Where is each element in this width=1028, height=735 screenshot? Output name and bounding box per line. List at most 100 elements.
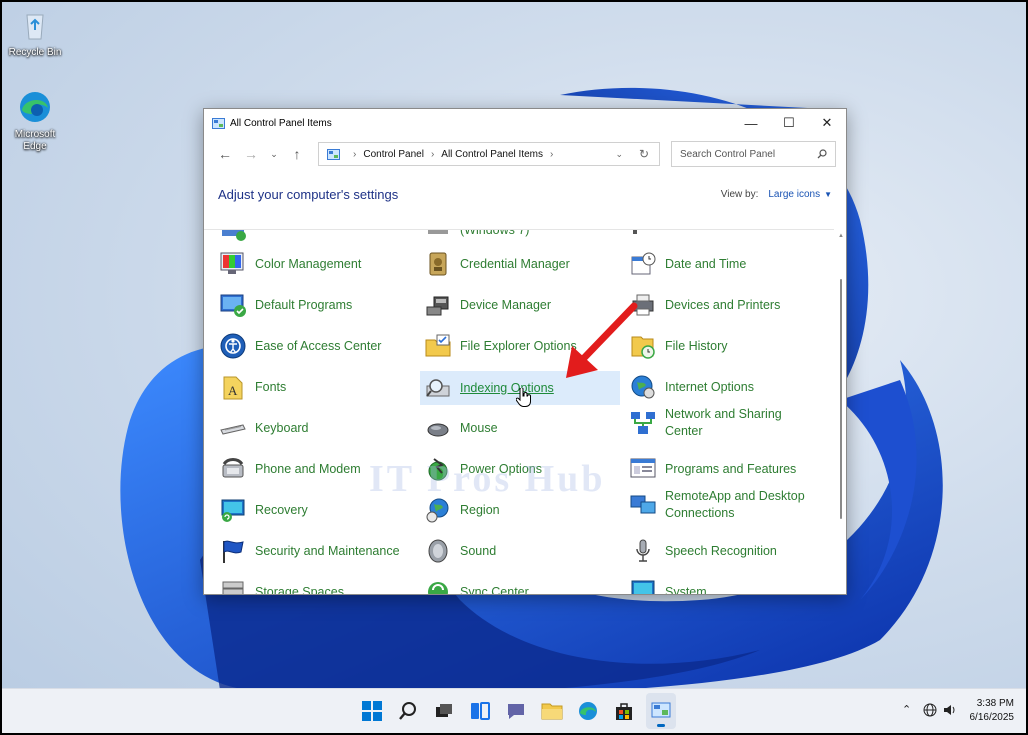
maximize-button[interactable]: ☐	[770, 109, 808, 137]
item-security-maintenance[interactable]: Security and Maintenance	[219, 537, 400, 565]
title-bar[interactable]: All Control Panel Items — ☐ ✕	[204, 109, 846, 137]
language-globe-icon[interactable]	[923, 703, 937, 720]
chat-icon[interactable]	[504, 699, 528, 723]
widgets-icon[interactable]	[468, 699, 492, 723]
item-sound[interactable]: Sound	[424, 537, 496, 565]
refresh-icon[interactable]: ↻	[639, 147, 649, 161]
item-partial-col3[interactable]	[629, 230, 665, 244]
item-label: Sync Center	[460, 584, 529, 595]
desktop: Recycle Bin Microsoft Edge All Control P…	[0, 0, 1028, 735]
item-date-time[interactable]: Date and Time	[629, 250, 746, 278]
item-speech-recognition[interactable]: Speech Recognition	[629, 537, 777, 565]
items-grid: (Windows 7) Color Management Default Pro…	[204, 229, 834, 595]
item-label: Ease of Access Center	[255, 338, 382, 353]
address-bar[interactable]: › Control Panel › All Control Panel Item…	[318, 142, 660, 166]
edge-icon[interactable]	[576, 699, 600, 723]
breadcrumb-control-panel[interactable]: Control Panel	[363, 149, 424, 160]
close-button[interactable]: ✕	[808, 109, 846, 137]
taskbar: ⌃ 3:38 PM 6/16/2025	[0, 688, 1028, 735]
microphone-icon	[636, 539, 650, 562]
default-programs-icon	[220, 294, 246, 317]
backup-icon	[428, 230, 448, 234]
back-arrow-icon[interactable]: ←	[212, 141, 238, 167]
file-explorer-icon[interactable]	[540, 699, 564, 723]
address-dropdown-chevron-icon[interactable]: ⌄	[615, 149, 623, 160]
partial-icon	[222, 230, 246, 241]
forward-arrow-icon[interactable]: →	[238, 141, 264, 167]
item-label: Keyboard	[255, 420, 309, 435]
item-network-sharing[interactable]: Network and Sharing Center	[629, 406, 819, 440]
system-clock[interactable]: 3:38 PM 6/16/2025	[970, 697, 1015, 725]
start-windows-icon[interactable]	[360, 699, 384, 723]
mouse-icon	[427, 423, 449, 437]
item-region[interactable]: Region	[424, 496, 500, 524]
control-panel-taskbar-icon[interactable]	[649, 699, 673, 723]
up-arrow-icon[interactable]: ↑	[284, 141, 310, 167]
item-sync-center[interactable]: Sync Center	[424, 578, 529, 595]
sound-speaker-icon	[428, 539, 448, 563]
item-label: (Windows 7)	[460, 229, 530, 237]
clock-time: 3:38 PM	[976, 698, 1014, 709]
scroll-up-icon[interactable]: ▲	[838, 233, 844, 239]
desktop-icon-edge[interactable]: Microsoft Edge	[5, 90, 65, 153]
recovery-icon	[221, 499, 245, 522]
search-icon[interactable]	[396, 699, 420, 723]
item-remoteapp[interactable]: RemoteApp and Desktop Connections	[629, 488, 819, 522]
item-color-management[interactable]: Color Management	[219, 250, 361, 278]
view-by-value: Large icons	[768, 189, 821, 200]
show-hidden-icons-chevron-icon[interactable]: ⌃	[902, 703, 911, 716]
control-panel-icon	[212, 117, 225, 129]
scrollbar-thumb[interactable]	[840, 279, 842, 519]
item-label: Network and Sharing Center	[665, 407, 782, 438]
item-label: Speech Recognition	[665, 543, 777, 558]
breadcrumb-separator-icon: ›	[353, 148, 357, 160]
item-storage-spaces[interactable]: Storage Spaces	[219, 578, 344, 594]
item-programs-features[interactable]: Programs and Features	[629, 455, 796, 483]
item-backup-restore-partial[interactable]: (Windows 7)	[424, 229, 530, 244]
breadcrumb-all-items[interactable]: All Control Panel Items	[441, 149, 543, 160]
storage-spaces-icon	[222, 581, 244, 594]
vertical-scrollbar[interactable]: ▲	[834, 229, 846, 594]
control-panel-window: All Control Panel Items — ☐ ✕ ← → ⌄ ↑ › …	[203, 108, 847, 595]
programs-features-icon	[630, 458, 656, 478]
view-by-dropdown[interactable]: Large icons ▼	[768, 189, 832, 200]
item-internet-options[interactable]: Internet Options	[629, 373, 754, 401]
search-icon	[817, 149, 827, 159]
control-panel-icon	[327, 148, 340, 160]
recycle-bin-label: Recycle Bin	[8, 47, 62, 58]
item-label: System	[665, 584, 707, 595]
item-label: Default Programs	[255, 297, 353, 312]
item-label: Devices and Printers	[665, 297, 781, 312]
desktop-icon-recycle-bin[interactable]: Recycle Bin	[5, 8, 65, 59]
item-system[interactable]: System	[629, 578, 707, 595]
task-view-icon[interactable]	[432, 699, 456, 723]
item-partial-col1[interactable]	[219, 230, 255, 244]
navigation-bar: ← → ⌄ ↑ › Control Panel › All Control Pa…	[204, 137, 846, 171]
item-power-options[interactable]: Power Options	[424, 455, 542, 483]
red-arrow-annotation-icon	[566, 302, 638, 378]
item-keyboard[interactable]: Keyboard	[219, 414, 309, 442]
minimize-button[interactable]: —	[732, 109, 770, 137]
breadcrumb-separator-icon: ›	[430, 148, 435, 160]
recent-locations-chevron-icon[interactable]: ⌄	[264, 141, 284, 167]
item-label: Credential Manager	[460, 256, 570, 271]
search-input[interactable]: Search Control Panel	[671, 141, 836, 167]
remoteapp-icon	[630, 495, 656, 514]
item-phone-modem[interactable]: Phone and Modem	[219, 455, 361, 483]
security-flag-icon	[223, 540, 244, 563]
item-ease-of-access[interactable]: Ease of Access Center	[219, 332, 381, 360]
item-recovery[interactable]: Recovery	[219, 496, 308, 524]
item-devices-printers[interactable]: Devices and Printers	[629, 291, 780, 319]
volume-speaker-icon[interactable]	[943, 703, 957, 720]
item-mouse[interactable]: Mouse	[424, 414, 498, 442]
item-default-programs[interactable]: Default Programs	[219, 291, 352, 319]
store-icon[interactable]	[612, 699, 636, 723]
item-label: Date and Time	[665, 256, 747, 271]
item-device-manager[interactable]: Device Manager	[424, 291, 551, 319]
item-fonts[interactable]: A Fonts	[219, 373, 286, 401]
page-title: Adjust your computer's settings	[218, 187, 399, 202]
item-credential-manager[interactable]: Credential Manager	[424, 250, 570, 278]
phone-modem-icon	[222, 458, 244, 478]
edge-icon	[20, 92, 50, 122]
fonts-icon: A	[223, 376, 243, 400]
